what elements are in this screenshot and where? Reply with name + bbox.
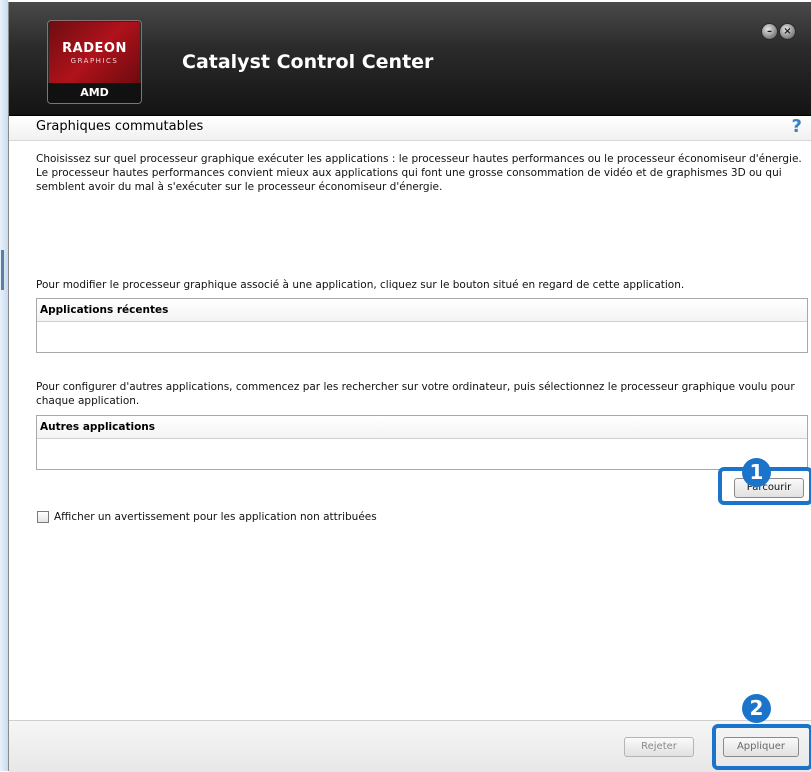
catalyst-window: RADEON GRAPHICS AMD Catalyst Control Cen… bbox=[8, 2, 811, 772]
logo-brand: RADEON bbox=[62, 41, 127, 56]
modify-instruction: Pour modifier le processeur graphique as… bbox=[36, 279, 685, 291]
minimize-button[interactable]: – bbox=[761, 23, 778, 40]
other-applications-list[interactable]: Autres applications bbox=[36, 415, 808, 470]
configure-instruction: Pour configurer d'autres applications, c… bbox=[36, 381, 795, 407]
title-header: RADEON GRAPHICS AMD Catalyst Control Cen… bbox=[9, 2, 811, 116]
section-header: Graphiques commutables ? bbox=[9, 116, 811, 141]
logo-vendor: AMD bbox=[48, 83, 141, 103]
other-applications-header: Autres applications bbox=[37, 416, 807, 439]
step-1-badge: 1 bbox=[742, 458, 771, 487]
radeon-logo: RADEON GRAPHICS AMD bbox=[47, 20, 142, 104]
recent-applications-list[interactable]: Applications récentes bbox=[36, 298, 808, 353]
warning-checkbox-label: Afficher un avertissement pour les appli… bbox=[54, 511, 377, 523]
page-title: Graphiques commutables bbox=[36, 119, 204, 134]
reject-button[interactable]: Rejeter bbox=[624, 737, 694, 757]
close-button[interactable]: × bbox=[779, 23, 796, 40]
help-icon[interactable]: ? bbox=[792, 116, 802, 137]
recent-applications-header: Applications récentes bbox=[37, 299, 807, 322]
description-text: Choisissez sur quel processeur graphique… bbox=[36, 153, 802, 193]
window-left-edge bbox=[0, 0, 8, 771]
step-2-badge: 2 bbox=[742, 694, 771, 723]
app-title: Catalyst Control Center bbox=[182, 51, 434, 73]
warning-checkbox[interactable] bbox=[37, 511, 49, 523]
logo-sub: GRAPHICS bbox=[70, 57, 119, 65]
left-edge-marker bbox=[1, 250, 4, 290]
apply-highlight-frame bbox=[712, 724, 811, 770]
